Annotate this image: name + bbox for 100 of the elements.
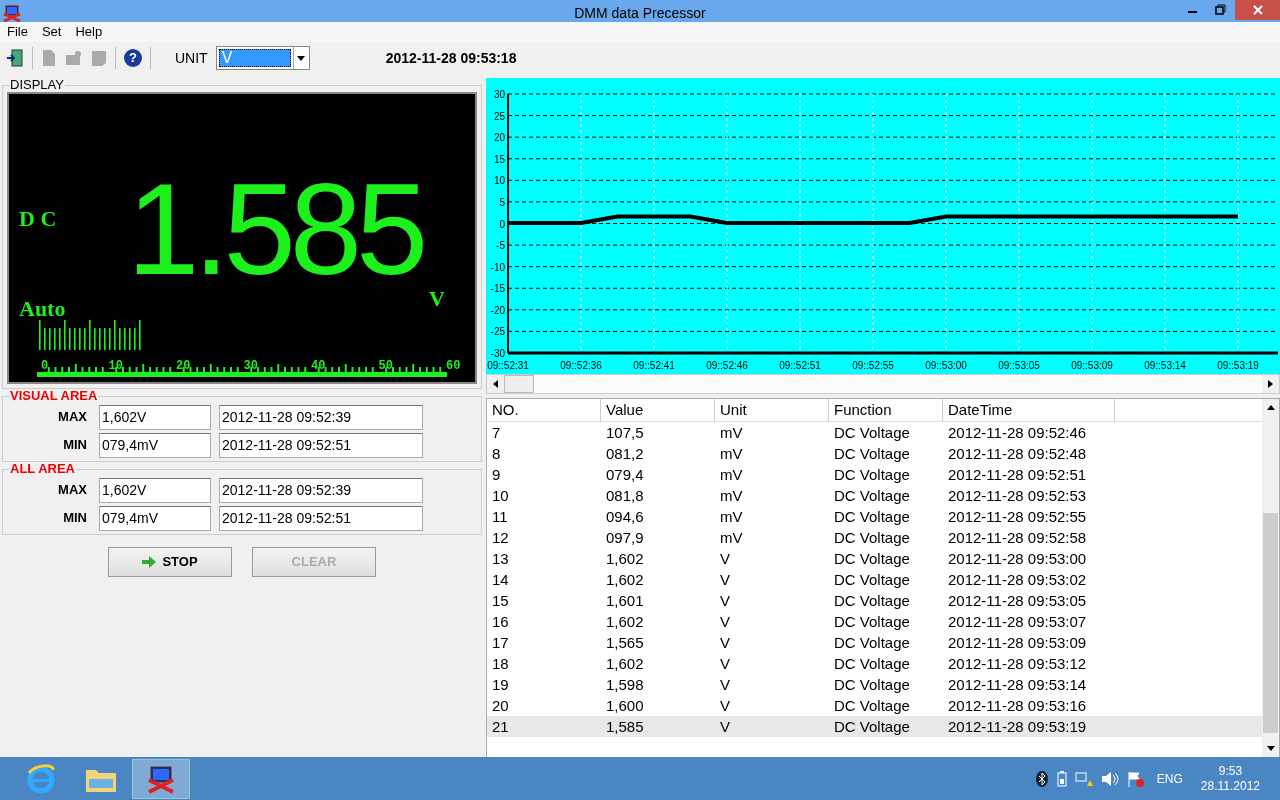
scrollbar-thumb[interactable] xyxy=(504,375,534,393)
table-cell-text: DC Voltage xyxy=(833,528,911,548)
clock-time[interactable]: 9:53 xyxy=(1200,763,1260,779)
table-cell-text: DC Voltage xyxy=(833,591,911,611)
table-cell-text: DC Voltage xyxy=(833,423,911,443)
value-field[interactable]: 1,602V xyxy=(99,404,211,430)
time-field[interactable]: 2012-11-28 09:52:39 xyxy=(219,404,423,430)
column-header[interactable]: DateTime xyxy=(943,399,1115,421)
table-cell-text: V xyxy=(719,549,731,569)
scroll-right-icon[interactable] xyxy=(1268,380,1273,388)
table-cell-text: V xyxy=(719,612,731,632)
table-row[interactable]: 7 107,5 mV DC Voltage 2012-11-28 09:52:46 xyxy=(487,422,1262,443)
table-row[interactable]: 16 1,602 V DC Voltage 2012-11-28 09:53:07 xyxy=(487,611,1262,632)
table-cell-text: 7 xyxy=(491,423,502,443)
table-row[interactable]: 20 1,600 V DC Voltage 2012-11-28 09:53:16 xyxy=(487,695,1262,716)
battery-icon[interactable] xyxy=(1056,770,1067,787)
network-icon[interactable] xyxy=(1074,770,1093,787)
table-cell-text: 097,9 xyxy=(605,528,645,548)
table-cell-text: 18 xyxy=(491,654,510,674)
table-row[interactable]: 12 097,9 mV DC Voltage 2012-11-28 09:52:58 xyxy=(487,527,1262,548)
table-cell-text: 1,601 xyxy=(605,591,645,611)
table-cell-text: DC Voltage xyxy=(833,633,911,653)
flag-icon[interactable] xyxy=(1126,770,1145,787)
table-cell-text: 2012-11-28 09:52:55 xyxy=(947,507,1088,527)
field-label: MIN xyxy=(62,509,88,528)
table-row[interactable]: 21 1,585 V DC Voltage 2012-11-28 09:53:19 xyxy=(487,716,1262,737)
axis-label: 09::52:36 xyxy=(560,360,602,371)
column-header[interactable]: NO. xyxy=(487,399,601,421)
axis-label: 09::53:09 xyxy=(1071,360,1113,371)
table-cell-text: 19 xyxy=(491,675,510,695)
table-cell-text: DC Voltage xyxy=(833,549,911,569)
app-icon xyxy=(3,3,21,22)
axis-label: 09::52:46 xyxy=(706,360,748,371)
vertical-scrollbar[interactable] xyxy=(1262,399,1279,757)
clock-date[interactable]: 28.11.2012 xyxy=(1200,778,1260,794)
value-field[interactable]: 079,4mV xyxy=(99,505,211,531)
axis-label: -15 xyxy=(490,283,505,295)
table-row[interactable]: 10 081,8 mV DC Voltage 2012-11-28 09:52:53 xyxy=(487,485,1262,506)
column-header[interactable]: Unit xyxy=(715,399,829,421)
horizontal-scrollbar[interactable] xyxy=(486,374,1280,394)
table-cell-text: mV xyxy=(719,423,744,443)
table-row[interactable]: 14 1,602 V DC Voltage 2012-11-28 09:53:02 xyxy=(487,569,1262,590)
table-row[interactable]: 9 079,4 mV DC Voltage 2012-11-28 09:52:51 xyxy=(487,464,1262,485)
table-row[interactable]: 15 1,601 V DC Voltage 2012-11-28 09:53:05 xyxy=(487,590,1262,611)
time-field[interactable]: 2012-11-28 09:52:51 xyxy=(219,432,423,458)
table-row[interactable]: 13 1,602 V DC Voltage 2012-11-28 09:53:00 xyxy=(487,548,1262,569)
table-cell-text: 15 xyxy=(491,591,510,611)
stop-button[interactable]: STOP xyxy=(108,547,232,577)
scroll-left-icon[interactable] xyxy=(493,380,498,388)
table-row[interactable]: 19 1,598 V DC Voltage 2012-11-28 09:53:14 xyxy=(487,674,1262,695)
table-row[interactable]: 8 081,2 mV DC Voltage 2012-11-28 09:52:48 xyxy=(487,443,1262,464)
table-cell-text: 2012-11-28 09:53:19 xyxy=(947,717,1088,737)
time-field[interactable]: 2012-11-28 09:52:39 xyxy=(219,477,423,503)
time-field[interactable]: 2012-11-28 09:52:51 xyxy=(219,505,423,531)
value-field[interactable]: 1,602V xyxy=(99,477,211,503)
table-cell-text: 20 xyxy=(491,696,510,716)
menu-item[interactable]: Set xyxy=(41,22,62,42)
axis-label: 09::52:41 xyxy=(633,360,675,371)
bluetooth-icon[interactable] xyxy=(1034,770,1049,787)
table-cell-text: 13 xyxy=(491,549,510,569)
table-row[interactable]: 17 1,565 V DC Voltage 2012-11-28 09:53:09 xyxy=(487,632,1262,653)
language-indicator[interactable]: ENG xyxy=(1156,769,1183,788)
column-header[interactable]: Function xyxy=(829,399,943,421)
table-cell-text: DC Voltage xyxy=(833,717,911,737)
value-field[interactable]: 079,4mV xyxy=(99,432,211,458)
close-button[interactable] xyxy=(1235,0,1280,20)
table-cell-text: 2012-11-28 09:53:07 xyxy=(947,612,1088,632)
table-cell-text: DC Voltage xyxy=(833,696,911,716)
menu-item[interactable]: File xyxy=(7,22,28,42)
table-cell-text: mV xyxy=(719,444,744,464)
scrollbar-thumb[interactable] xyxy=(1263,513,1278,733)
analog-scale: 0 10 20 30 40 50 60 xyxy=(37,356,477,378)
scroll-down-icon[interactable] xyxy=(1266,746,1275,751)
table-row[interactable]: 18 1,602 V DC Voltage 2012-11-28 09:53:12 xyxy=(487,653,1262,674)
volume-icon[interactable] xyxy=(1100,770,1119,787)
help-icon[interactable]: ? xyxy=(124,49,142,67)
table-cell-text: 17 xyxy=(491,633,510,653)
table-cell-text: V xyxy=(719,633,731,653)
table-cell-text: DC Voltage xyxy=(833,654,911,674)
axis-label: 5 xyxy=(499,196,505,208)
browser-icon xyxy=(26,763,56,794)
table-cell-text: mV xyxy=(719,507,744,527)
unit-label: UNIT xyxy=(175,48,208,68)
scroll-up-icon[interactable] xyxy=(1266,405,1275,410)
taskbar-button[interactable] xyxy=(132,758,190,799)
column-header[interactable]: Value xyxy=(601,399,715,421)
group-title: VISUAL AREA xyxy=(9,389,99,403)
exit-door-icon[interactable] xyxy=(6,49,24,67)
table-cell-text: 1,602 xyxy=(605,570,645,590)
range-label: Auto xyxy=(19,295,66,323)
table-cell-text: 094,6 xyxy=(605,507,645,527)
menu-item[interactable]: Help xyxy=(75,22,103,42)
axis-label: 09::53:00 xyxy=(925,360,967,371)
table-cell-text: 2012-11-28 09:53:09 xyxy=(947,633,1088,653)
axis-label: 09::52:31 xyxy=(487,360,529,371)
table-cell-text: DC Voltage xyxy=(833,507,911,527)
table-cell-text: V xyxy=(719,717,731,737)
field-label: MAX xyxy=(57,481,88,500)
caret-icon xyxy=(297,55,306,61)
table-row[interactable]: 11 094,6 mV DC Voltage 2012-11-28 09:52:55 xyxy=(487,506,1262,527)
